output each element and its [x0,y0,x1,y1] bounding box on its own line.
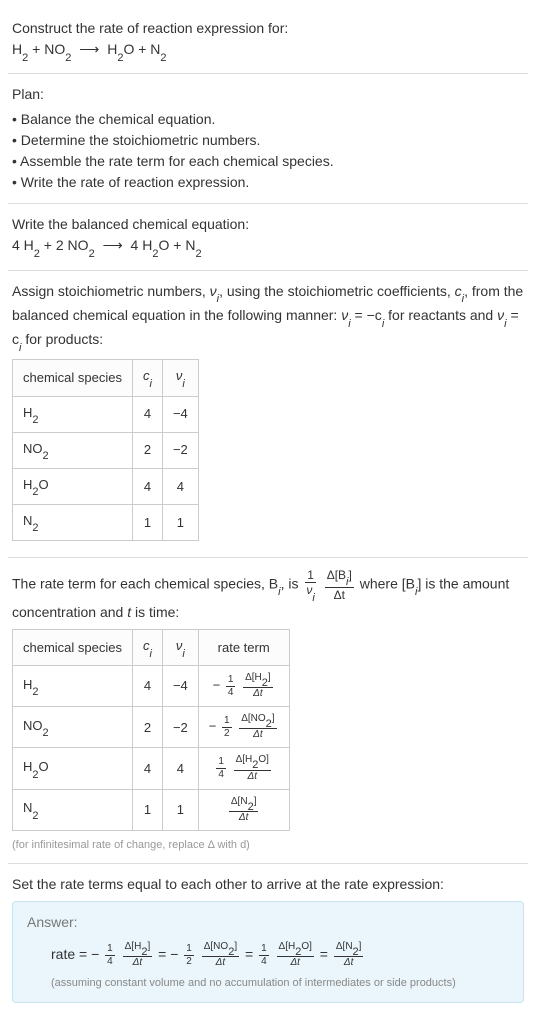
balanced-equation: 4 H2 + 2 NO2 ⟶ 4 H2O + N2 [12,235,524,259]
col-c: ci [133,360,163,396]
col-species: chemical species [13,629,133,665]
plan-title: Plan: [12,84,524,105]
plan-section: Plan: Balance the chemical equation. Det… [8,74,528,204]
rateterm-section: The rate term for each chemical species,… [8,558,528,864]
answer-note: (assuming constant volume and no accumul… [27,975,509,992]
plan-item: Balance the chemical equation. [12,109,524,130]
answer-box: Answer: rate = − 14 Δ[H2]Δt = − 12 Δ[NO2… [12,901,524,1003]
arrow-icon: ⟶ [103,235,123,256]
table-header-row: chemical species ci νi [13,360,199,396]
balanced-title: Write the balanced chemical equation: [12,214,524,235]
table-row: N2 1 1 [13,504,199,540]
col-species: chemical species [13,360,133,396]
balanced-section: Write the balanced chemical equation: 4 … [8,204,528,270]
fraction: Δ[Bi] Δt [325,568,354,602]
final-section: Set the rate terms equal to each other t… [8,864,528,1013]
rateterm-text: The rate term for each chemical species,… [12,568,524,623]
stoich-table: chemical species ci νi H2 4 −4 NO2 2 −2 … [12,359,199,540]
table-row: H2O 4 4 [13,468,199,504]
plan-item: Assemble the rate term for each chemical… [12,151,524,172]
intro-equation: H2 + NO2 ⟶ H2O + N2 [12,39,524,63]
intro-prompt: Construct the rate of reaction expressio… [12,18,524,39]
arrow-icon: ⟶ [79,39,99,60]
answer-expression: rate = − 14 Δ[H2]Δt = − 12 Δ[NO2]Δt = 14… [27,941,509,969]
table-row: H2 4 −4 − 14 Δ[H2]Δt [13,666,290,707]
answer-label: Answer: [27,912,509,933]
stoich-section: Assign stoichiometric numbers, νi, using… [8,271,528,558]
plan-list: Balance the chemical equation. Determine… [12,109,524,193]
intro-section: Construct the rate of reaction expressio… [8,8,528,74]
table-caption: (for infinitesimal rate of change, repla… [12,837,524,854]
table-row: H2 4 −4 [13,396,199,432]
plan-item: Write the rate of reaction expression. [12,172,524,193]
table-row: NO2 2 −2 − 12 Δ[NO2]Δt [13,707,290,748]
stoich-text: Assign stoichiometric numbers, νi, using… [12,281,524,354]
col-rateterm: rate term [198,629,289,665]
fraction: 1 νi [304,568,316,602]
table-header-row: chemical species ci νi rate term [13,629,290,665]
table-row: H2O 4 4 14 Δ[H2O]Δt [13,748,290,789]
col-nu: νi [162,629,198,665]
plan-item: Determine the stoichiometric numbers. [12,130,524,151]
col-nu: νi [162,360,198,396]
table-row: N2 1 1 Δ[N2]Δt [13,789,290,830]
table-row: NO2 2 −2 [13,432,199,468]
col-c: ci [133,629,163,665]
final-title: Set the rate terms equal to each other t… [12,874,524,895]
rateterm-table: chemical species ci νi rate term H2 4 −4… [12,629,290,831]
